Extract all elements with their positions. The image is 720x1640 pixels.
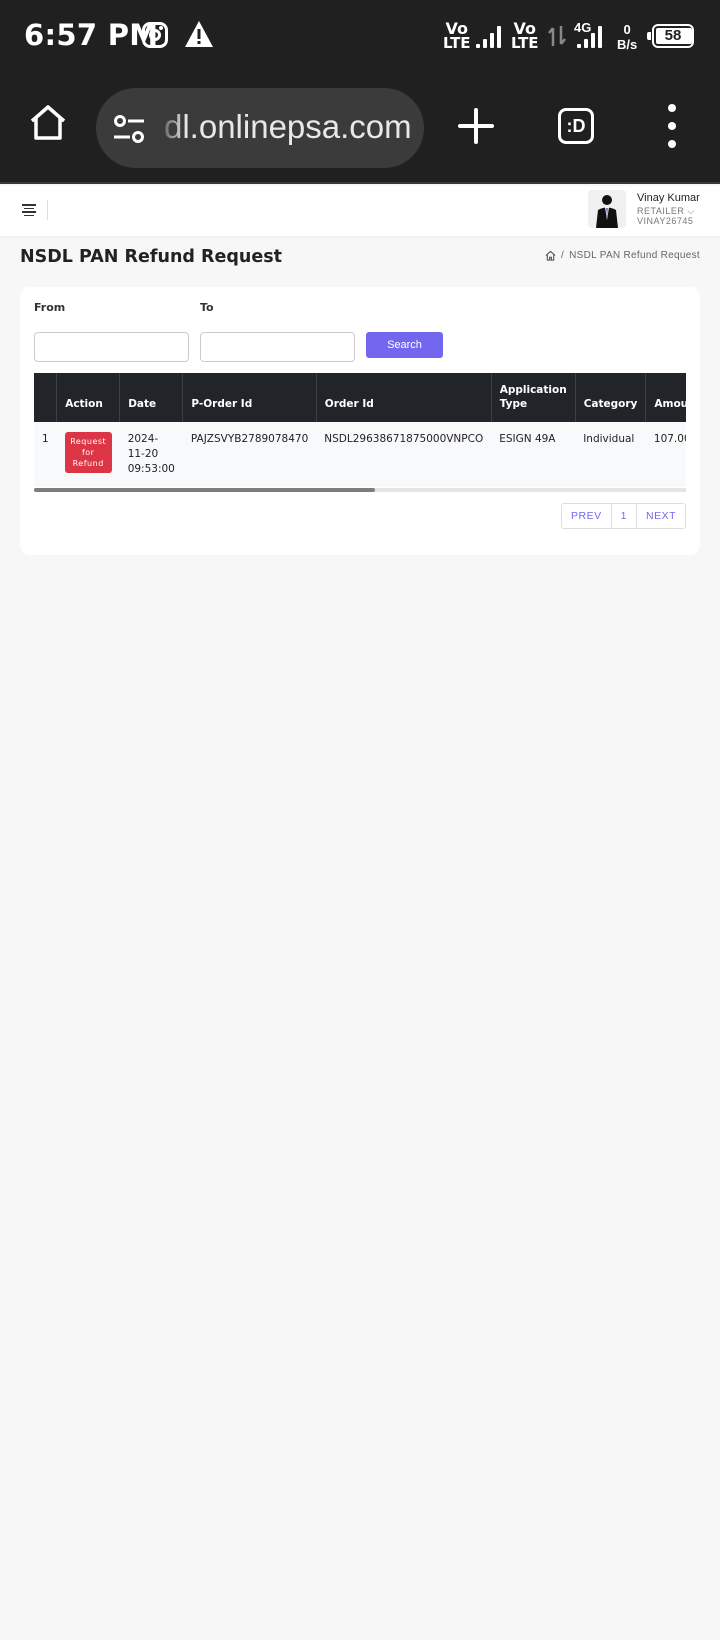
- breadcrumb-current: NSDL PAN Refund Request: [569, 250, 700, 261]
- volte-indicator-2: Vo LTE: [511, 21, 539, 52]
- app-header: Vinay Kumar RETAILER ⌵ VINAY26745: [0, 186, 720, 236]
- cell-order-id: NSDL29638671875000VNPCO: [316, 422, 492, 487]
- site-settings-icon[interactable]: [112, 114, 146, 144]
- col-order-id: Order Id: [316, 373, 492, 422]
- col-sn: [34, 373, 58, 422]
- to-label: To: [200, 301, 214, 314]
- col-p-order-id: P-Order Id: [182, 373, 317, 422]
- data-transfer-icon: [548, 26, 566, 46]
- page-1-button[interactable]: 1: [610, 504, 636, 528]
- speed-unit: B/s: [617, 37, 638, 52]
- pagination: PREV 1 NEXT: [561, 503, 686, 529]
- next-page-button[interactable]: NEXT: [635, 504, 685, 528]
- home-icon[interactable]: [28, 102, 68, 142]
- volte-bottom: LTE: [511, 34, 539, 52]
- header-divider: [47, 200, 48, 220]
- breadcrumb-separator: /: [561, 250, 565, 261]
- table-row: 1 Request for Refund 2024- 11-20 09:53:00 …: [34, 422, 686, 487]
- refund-table-wrapper: Action Date P-Order Id Order Id Applicat…: [34, 373, 686, 489]
- user-id: VINAY26745: [637, 216, 694, 226]
- battery-level: 58: [664, 27, 682, 44]
- battery-icon: 58: [647, 24, 694, 48]
- cell-sn: 1: [34, 422, 57, 487]
- warning-icon: [185, 21, 213, 47]
- col-action: Action: [56, 373, 121, 422]
- col-category: Category: [575, 373, 647, 422]
- cell-amount: 107.00: [645, 422, 686, 487]
- status-time: 6:57 PM: [24, 18, 159, 52]
- network-speed: 0 B/s: [617, 22, 637, 52]
- url-text[interactable]: dl.onlinepsa.com: [164, 108, 412, 146]
- scrollbar-thumb[interactable]: [34, 488, 375, 492]
- new-tab-icon[interactable]: [458, 108, 494, 144]
- request-refund-button[interactable]: Request for Refund: [64, 432, 112, 473]
- table-horizontal-scrollbar[interactable]: [34, 488, 686, 492]
- signal-icon-2: [577, 24, 607, 48]
- breadcrumb: / NSDL PAN Refund Request: [545, 250, 700, 261]
- url-fade: [156, 88, 186, 168]
- from-label: From: [34, 301, 66, 314]
- volte-bottom: LTE: [443, 34, 471, 52]
- cell-category: Individual: [575, 422, 646, 487]
- instagram-icon: [142, 22, 168, 48]
- more-menu-icon[interactable]: [666, 104, 678, 148]
- col-amount: Amount: [645, 373, 686, 422]
- to-date-input[interactable]: [200, 332, 355, 362]
- cell-action: Request for Refund: [56, 422, 120, 487]
- speed-value: 0: [623, 22, 631, 37]
- address-bar[interactable]: dl.onlinepsa.com: [96, 88, 424, 168]
- volte-indicator-1: Vo LTE: [443, 21, 471, 52]
- refund-card: From To Search Action Date P-Order Id Or…: [20, 287, 700, 555]
- browser-toolbar: dl.onlinepsa.com :D: [0, 74, 720, 184]
- refund-table: Action Date P-Order Id Order Id Applicat…: [34, 373, 686, 487]
- user-name[interactable]: Vinay Kumar: [637, 192, 700, 204]
- user-avatar[interactable]: [588, 190, 626, 228]
- tab-switcher-button[interactable]: :D: [558, 108, 594, 144]
- col-application-type: Application Type: [491, 373, 576, 422]
- prev-page-button[interactable]: PREV: [562, 504, 611, 528]
- search-button[interactable]: Search: [366, 332, 443, 358]
- page-title: NSDL PAN Refund Request: [20, 247, 282, 267]
- cell-p-order-id: PAJZSVYB2789078470: [182, 422, 317, 487]
- menu-toggle-icon[interactable]: [22, 204, 36, 216]
- signal-icon: [476, 24, 506, 48]
- from-date-input[interactable]: [34, 332, 189, 362]
- cell-application-type: ESIGN 49A: [491, 422, 576, 487]
- cell-date: 2024- 11-20 09:53:00: [119, 422, 183, 487]
- table-header-row: Action Date P-Order Id Order Id Applicat…: [34, 373, 686, 422]
- col-date: Date: [119, 373, 184, 422]
- breadcrumb-home-icon[interactable]: [545, 250, 556, 261]
- status-bar: 6:57 PM Vo LTE Vo LTE 4G 0 B/s 58: [0, 0, 720, 74]
